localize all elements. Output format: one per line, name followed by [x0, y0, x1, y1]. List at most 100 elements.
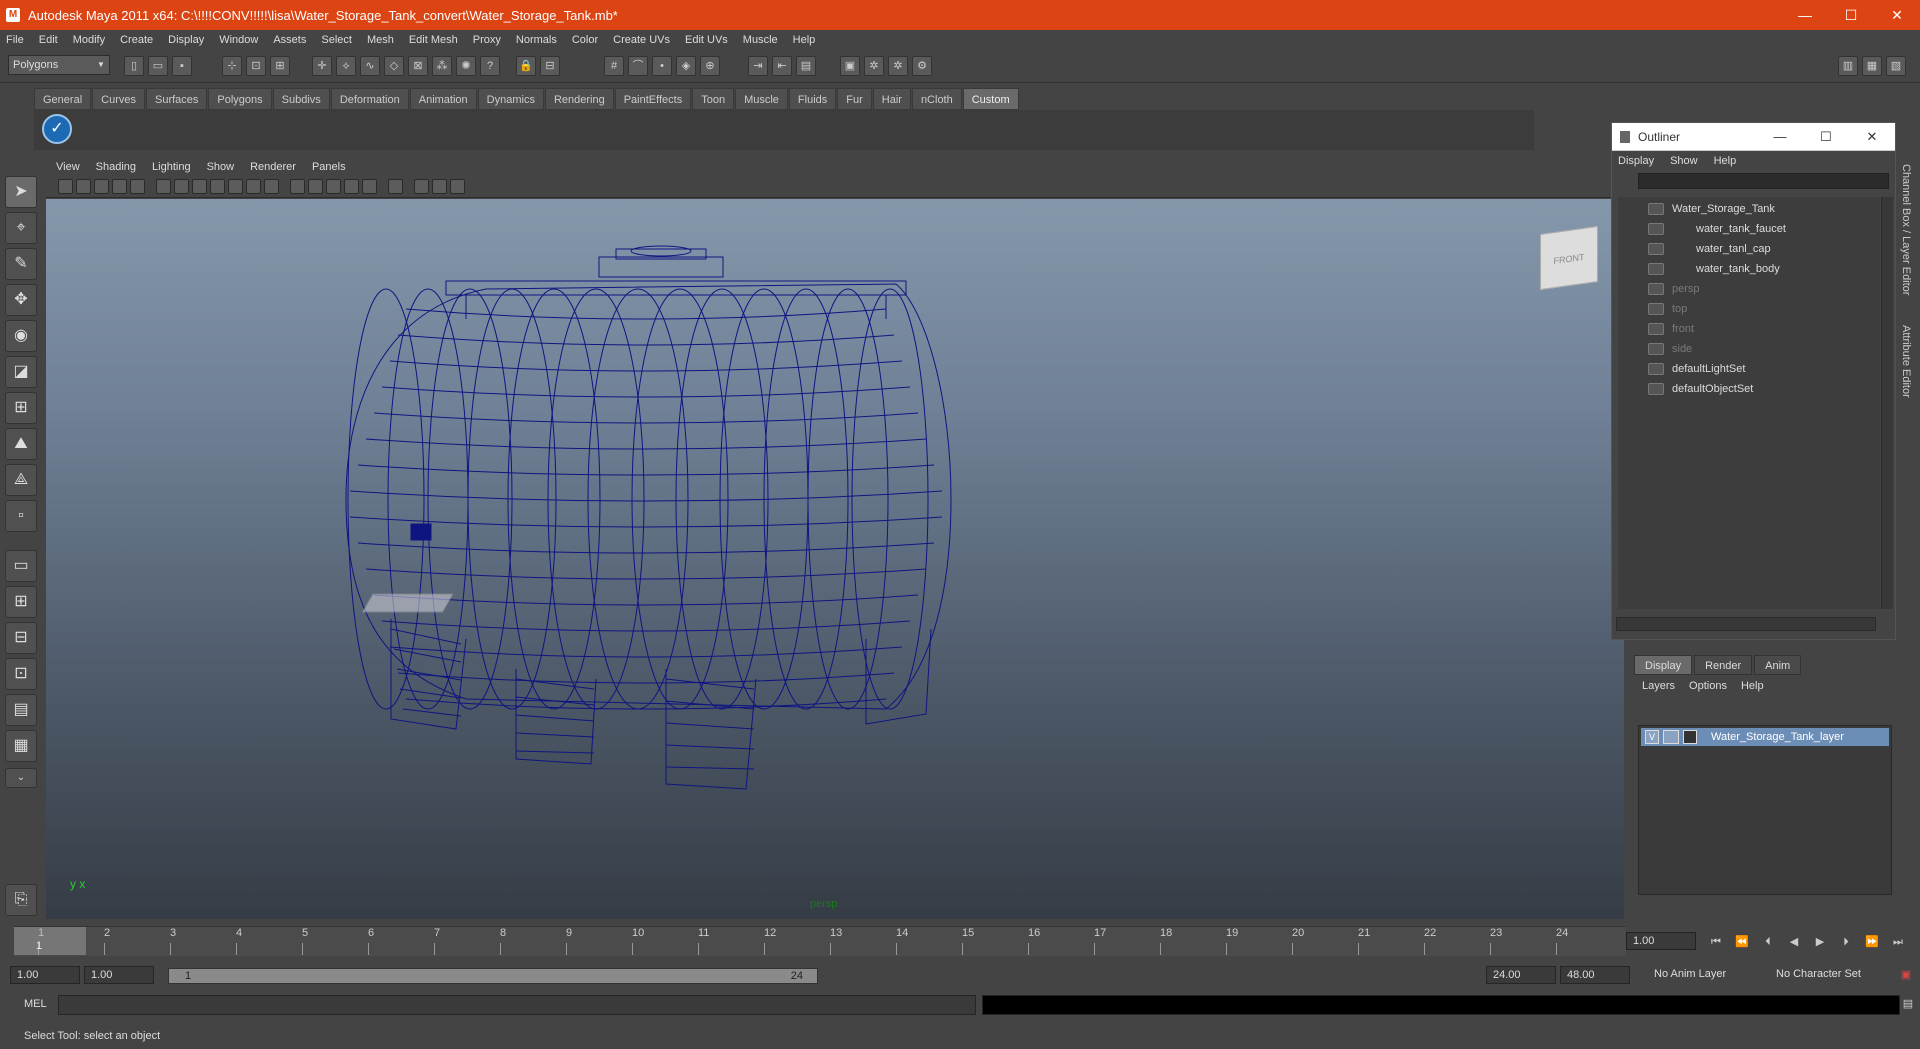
select-hierarchy-icon[interactable]: ⊹ — [222, 56, 242, 76]
four-pane-layout-icon[interactable]: ⊞ — [5, 586, 37, 618]
outliner-maximize-button[interactable]: ☐ — [1803, 123, 1849, 151]
checkmark-shelf-icon[interactable]: ✓ — [42, 114, 72, 144]
outliner-item[interactable]: top — [1648, 300, 1687, 318]
outliner-item[interactable]: water_tanl_cap — [1648, 240, 1771, 258]
menu-normals[interactable]: Normals — [516, 34, 557, 46]
shelf-tab-ncloth[interactable]: nCloth — [911, 88, 962, 110]
shelf-tab-hair[interactable]: Hair — [872, 88, 911, 110]
output-ops-icon[interactable]: ⇤ — [772, 56, 792, 76]
current-time-field[interactable]: 1.00 — [1626, 932, 1696, 950]
auto-key-icon[interactable]: ▣ — [1898, 967, 1914, 983]
step-back-key-icon[interactable]: ⏪ — [1734, 934, 1750, 950]
lock-selection-icon[interactable]: 🔒 — [516, 56, 536, 76]
viewport-menu-renderer[interactable]: Renderer — [250, 161, 296, 173]
outliner-filter-input[interactable] — [1638, 173, 1889, 189]
layer-menu-options[interactable]: Options — [1689, 680, 1727, 692]
mask-dynamics-icon[interactable]: ⁂ — [432, 56, 452, 76]
paint-select-tool-icon[interactable]: ✎ — [5, 248, 37, 280]
mask-rendering-icon[interactable]: ✺ — [456, 56, 476, 76]
step-forward-frame-icon[interactable]: ⏵ — [1838, 934, 1854, 950]
wireframe-icon[interactable] — [228, 179, 243, 194]
outliner-horizontal-scrollbar[interactable] — [1616, 617, 1876, 631]
mel-label[interactable]: MEL — [24, 998, 47, 1010]
show-manipulator-icon[interactable]: ⟁ — [5, 464, 37, 496]
menu-assets[interactable]: Assets — [273, 34, 306, 46]
shelf-tab-animation[interactable]: Animation — [409, 88, 477, 110]
outliner-item[interactable]: defaultObjectSet — [1648, 380, 1753, 398]
single-pane-layout-icon[interactable]: ▭ — [5, 550, 37, 582]
shelf-tab-dynamics[interactable]: Dynamics — [477, 88, 544, 110]
outliner-menu-show[interactable]: Show — [1670, 155, 1698, 167]
render-view-icon[interactable]: ▣ — [840, 56, 860, 76]
layer-tab-display[interactable]: Display — [1634, 655, 1693, 675]
viewport-menu-view[interactable]: View — [56, 161, 80, 173]
shelf-tab-painteffects[interactable]: PaintEffects — [614, 88, 692, 110]
shelf-tab-toon[interactable]: Toon — [692, 88, 735, 110]
menu-help[interactable]: Help — [793, 34, 816, 46]
symmetry-icon[interactable] — [450, 179, 465, 194]
menu-create[interactable]: Create — [120, 34, 153, 46]
scale-tool-icon[interactable]: ◪ — [5, 356, 37, 388]
time-slider[interactable]: 1 2 3 4 5 6 7 8 9 10 11 12 13 14 15 16 17 18 19 20 21 22 23 24 1 — [14, 926, 1626, 956]
mask-joints-icon[interactable]: ⟡ — [336, 56, 356, 76]
script-editor-icon[interactable]: ⎘ — [5, 884, 37, 916]
menu-modify[interactable]: Modify — [73, 34, 105, 46]
mask-curves-icon[interactable]: ∿ — [360, 56, 380, 76]
snap-point-icon[interactable]: • — [652, 56, 672, 76]
construction-history-icon[interactable]: ▤ — [796, 56, 816, 76]
menu-edit-mesh[interactable]: Edit Mesh — [409, 34, 458, 46]
play-backwards-icon[interactable]: ◀ — [1786, 934, 1802, 950]
layer-tab-anim[interactable]: Anim — [1754, 655, 1802, 675]
highlight-selection-icon[interactable]: ⊟ — [540, 56, 560, 76]
go-to-start-icon[interactable]: ⏮ — [1708, 934, 1724, 950]
step-back-frame-icon[interactable]: ⏴ — [1760, 934, 1776, 950]
step-forward-key-icon[interactable]: ⏩ — [1864, 934, 1880, 950]
menu-edit-uvs[interactable]: Edit UVs — [685, 34, 728, 46]
all-lights-icon[interactable] — [344, 179, 359, 194]
show-attribute-editor-icon[interactable]: ▥ — [1838, 56, 1858, 76]
camera-lock-icon[interactable] — [130, 179, 145, 194]
show-channel-box-icon[interactable]: ▧ — [1886, 56, 1906, 76]
grid-icon[interactable] — [156, 179, 171, 194]
make-live-icon[interactable]: ⊕ — [700, 56, 720, 76]
textured-icon[interactable] — [264, 179, 279, 194]
perspective-viewport[interactable] — [46, 199, 1624, 919]
save-scene-icon[interactable]: ▪ — [172, 56, 192, 76]
menu-display[interactable]: Display — [168, 34, 204, 46]
outliner-item[interactable]: side — [1648, 340, 1692, 358]
play-forwards-icon[interactable]: ▶ — [1812, 934, 1828, 950]
minimize-button[interactable]: — — [1782, 0, 1828, 30]
mask-deformations-icon[interactable]: ⊠ — [408, 56, 428, 76]
new-scene-icon[interactable]: ▯ — [124, 56, 144, 76]
graph-layout-icon[interactable]: ⊡ — [5, 658, 37, 690]
snap-curve-icon[interactable]: ⌒ — [628, 56, 648, 76]
mode-selector-dropdown[interactable]: Polygons ▼ — [8, 55, 110, 75]
select-component-icon[interactable]: ⊞ — [270, 56, 290, 76]
layer-row[interactable]: V Water_Storage_Tank_layer — [1641, 728, 1889, 746]
anim-layer-dropdown[interactable]: No Anim Layer — [1648, 966, 1758, 984]
outliner-layout-icon[interactable]: ▤ — [5, 694, 37, 726]
mask-surfaces-icon[interactable]: ◇ — [384, 56, 404, 76]
end-time-field[interactable]: 48.00 — [1560, 966, 1630, 984]
universal-manipulator-icon[interactable]: ⊞ — [5, 392, 37, 424]
outliner-item[interactable]: persp — [1648, 280, 1700, 298]
outliner-item[interactable]: water_tank_faucet — [1648, 220, 1786, 238]
wireframe-on-shaded-icon[interactable] — [290, 179, 305, 194]
menu-proxy[interactable]: Proxy — [473, 34, 501, 46]
playback-start-field[interactable]: 1.00 — [84, 966, 154, 984]
shelf-tab-surfaces[interactable]: Surfaces — [145, 88, 208, 110]
soft-modification-icon[interactable]: ⛰ — [5, 428, 37, 460]
hypershade-layout-icon[interactable]: ▦ — [5, 730, 37, 762]
view-cube[interactable]: FRONT — [1540, 225, 1598, 291]
render-settings-icon[interactable]: ⚙ — [912, 56, 932, 76]
close-button[interactable]: ✕ — [1874, 0, 1920, 30]
viewport-menu-lighting[interactable]: Lighting — [152, 161, 191, 173]
shelf-tab-subdivs[interactable]: Subdivs — [272, 88, 330, 110]
shadows-icon[interactable] — [362, 179, 377, 194]
lasso-tool-icon[interactable]: ⌖ — [5, 212, 37, 244]
playback-end-field[interactable]: 24.00 — [1486, 966, 1556, 984]
outliner-item[interactable]: defaultLightSet — [1648, 360, 1745, 378]
menu-mesh[interactable]: Mesh — [367, 34, 394, 46]
start-time-field[interactable]: 1.00 — [10, 966, 80, 984]
shelf-tab-general[interactable]: General — [34, 88, 92, 110]
